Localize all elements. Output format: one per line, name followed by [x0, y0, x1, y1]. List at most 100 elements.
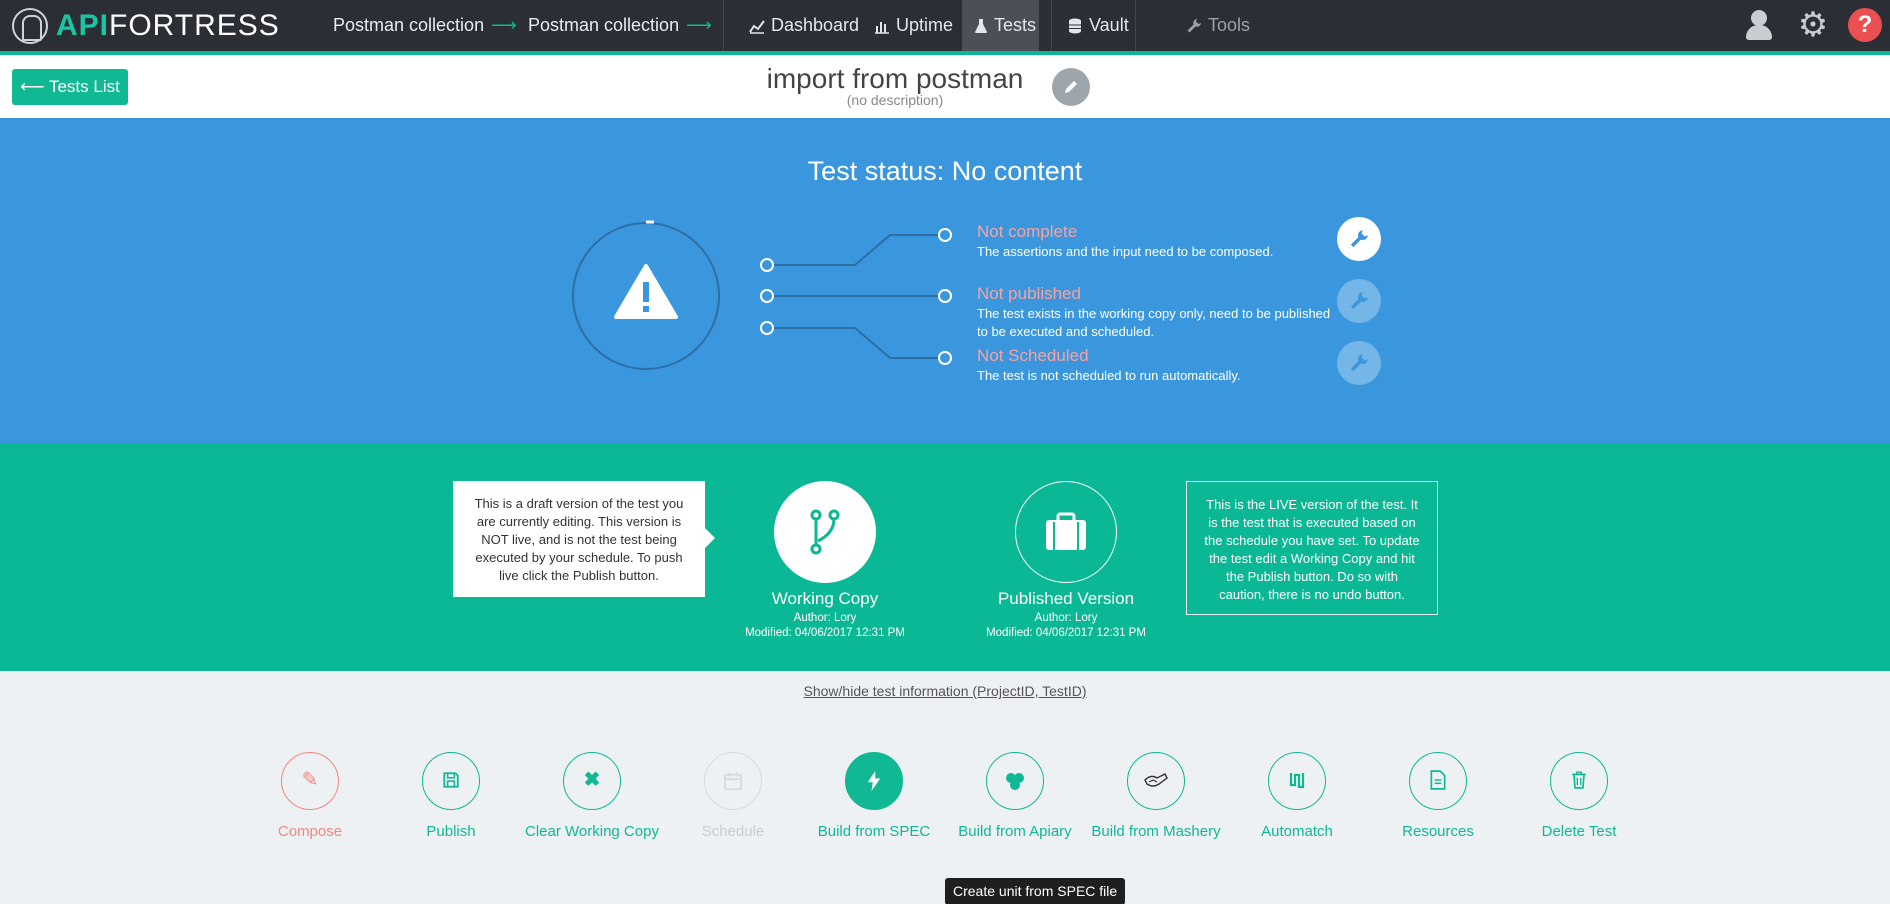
breadcrumb-project[interactable]: Postman collection [333, 0, 484, 51]
schedule-label: Schedule [701, 823, 765, 840]
published-version-button[interactable] [1015, 481, 1117, 583]
test-header: ⟵ Tests List import from postman (no des… [0, 55, 1890, 118]
publish-wrench-button[interactable] [1337, 279, 1381, 323]
nav-tests-label: Tests [994, 15, 1037, 35]
build-from-mashery-label: Build from Mashery [1091, 823, 1221, 840]
wrench-icon [1350, 354, 1368, 372]
state-not-complete-text: The assertions and the input need to be … [977, 244, 1274, 259]
delete-test-label: Delete Test [1541, 823, 1617, 840]
pencil-icon [1065, 81, 1077, 93]
build-from-spec-button[interactable]: Build from SPEC [804, 752, 944, 842]
nav-tools[interactable]: Tools [1174, 0, 1262, 51]
logo-mark-icon [12, 8, 48, 44]
top-navbar: APIFORTRESS Postman collection ⟶ Postman… [0, 0, 1890, 51]
automatch-button[interactable]: Automatch [1227, 752, 1367, 842]
nav-tools-label: Tools [1208, 15, 1251, 35]
draft-version-tooltip: This is a draft version of the test you … [453, 481, 715, 597]
live-version-tooltip: This is the LIVE version of the test. It… [1186, 481, 1438, 615]
wrench-icon [1350, 230, 1368, 248]
nav-tests[interactable]: Tests [962, 0, 1039, 51]
build-from-apiary-label: Build from Apiary [958, 823, 1072, 840]
tests-list-button[interactable]: ⟵ Tests List [12, 69, 128, 105]
nav-vault-label: Vault [1089, 15, 1129, 35]
connector-line [767, 327, 945, 359]
test-title: import from postman [766, 63, 1024, 94]
nav-divider [1135, 0, 1136, 51]
show-hide-test-info-label: Show/hide test information (ProjectID, T… [803, 683, 1087, 699]
flask-icon [974, 18, 988, 34]
build-from-spec-label: Build from SPEC [817, 823, 931, 840]
state-not-published-label: Not published [977, 284, 1081, 303]
compose-button[interactable]: ✎ Compose [240, 752, 380, 842]
test-description: (no description) [846, 92, 944, 108]
state-not-complete-label: Not complete [977, 222, 1078, 241]
schedule-wrench-button[interactable] [1337, 341, 1381, 385]
connector-node [760, 258, 774, 272]
warning-icon-dot [643, 306, 649, 312]
state-not-published-text: The test exists in the working copy only… [977, 306, 1331, 339]
working-copy-title: Working Copy [771, 589, 879, 608]
close-icon: ✖ [563, 752, 621, 810]
publish-button[interactable]: Publish [381, 752, 521, 842]
connector-node [760, 321, 774, 335]
nav-uptime-label: Uptime [896, 15, 954, 35]
compose-label: Compose [277, 823, 343, 840]
tests-list-label: Tests List [48, 77, 120, 96]
build-from-mashery-button[interactable]: Build from Mashery [1086, 752, 1226, 842]
calendar-icon [704, 752, 762, 810]
build-from-spec-tooltip: Create unit from SPEC file [945, 878, 1126, 904]
resources-button[interactable]: Resources [1368, 752, 1508, 842]
publish-label: Publish [426, 823, 476, 840]
clear-working-copy-label: Clear Working Copy [525, 823, 659, 840]
nav-uptime[interactable]: Uptime [862, 0, 965, 51]
save-icon [422, 752, 480, 810]
apiary-icon [986, 752, 1044, 810]
show-hide-test-info-link[interactable]: Show/hide test information (ProjectID, T… [0, 683, 1890, 699]
schedule-button[interactable]: Schedule [663, 752, 803, 842]
branch-icon [810, 509, 840, 555]
compose-wrench-button[interactable] [1337, 217, 1381, 261]
published-version-author: Author: Lory [1034, 612, 1098, 624]
breadcrumb-arrow-icon: ⟶ [491, 15, 517, 35]
pencil-icon: ✎ [281, 752, 339, 810]
settings-gear-icon[interactable]: ⚙ [1796, 8, 1830, 42]
resources-label: Resources [1402, 823, 1474, 840]
automatch-label: Automatch [1261, 823, 1333, 840]
apifortress-logo[interactable]: APIFORTRESS [12, 8, 280, 44]
bolt-icon [845, 752, 903, 810]
breadcrumb-collection[interactable]: Postman collection [528, 0, 679, 51]
published-version-modified: Modified: 04/06/2017 12:31 PM [986, 627, 1146, 639]
document-icon [1409, 752, 1467, 810]
clear-working-copy-button[interactable]: ✖ Clear Working Copy [522, 752, 662, 842]
published-version-title: Published Version [997, 589, 1135, 608]
nav-divider [1051, 0, 1052, 51]
arrow-left-icon: ⟵ [20, 77, 45, 96]
mashery-icon [1127, 752, 1185, 810]
database-icon [1067, 18, 1083, 34]
build-from-apiary-button[interactable]: Build from Apiary [945, 752, 1085, 842]
wrench-icon [1350, 292, 1368, 310]
nav-dashboard[interactable]: Dashboard [737, 0, 871, 51]
connector-node [938, 351, 952, 365]
state-not-scheduled-label: Not Scheduled [977, 346, 1089, 365]
user-profile-icon[interactable] [1742, 8, 1776, 42]
working-copy-modified: Modified: 04/06/2017 12:31 PM [745, 627, 905, 639]
nav-divider [723, 0, 724, 51]
connector-node [938, 228, 952, 242]
line-chart-icon [749, 18, 765, 34]
working-copy-button[interactable] [774, 481, 876, 583]
nav-vault[interactable]: Vault [1055, 0, 1141, 51]
warning-icon-bar [643, 282, 649, 302]
delete-test-button[interactable]: Delete Test [1509, 752, 1649, 842]
status-diagram [572, 220, 952, 370]
state-not-scheduled-text: The test is not scheduled to run automat… [977, 368, 1241, 383]
connector-node [760, 289, 774, 303]
help-icon[interactable]: ? [1848, 8, 1882, 42]
briefcase-icon [1046, 512, 1086, 550]
trash-icon [1550, 752, 1608, 810]
bar-chart-icon [874, 18, 890, 34]
test-status-panel: Test status: No content Not complete The… [0, 118, 1890, 443]
edit-title-button[interactable] [1052, 68, 1090, 106]
connector-node [938, 289, 952, 303]
automatch-icon [1268, 752, 1326, 810]
